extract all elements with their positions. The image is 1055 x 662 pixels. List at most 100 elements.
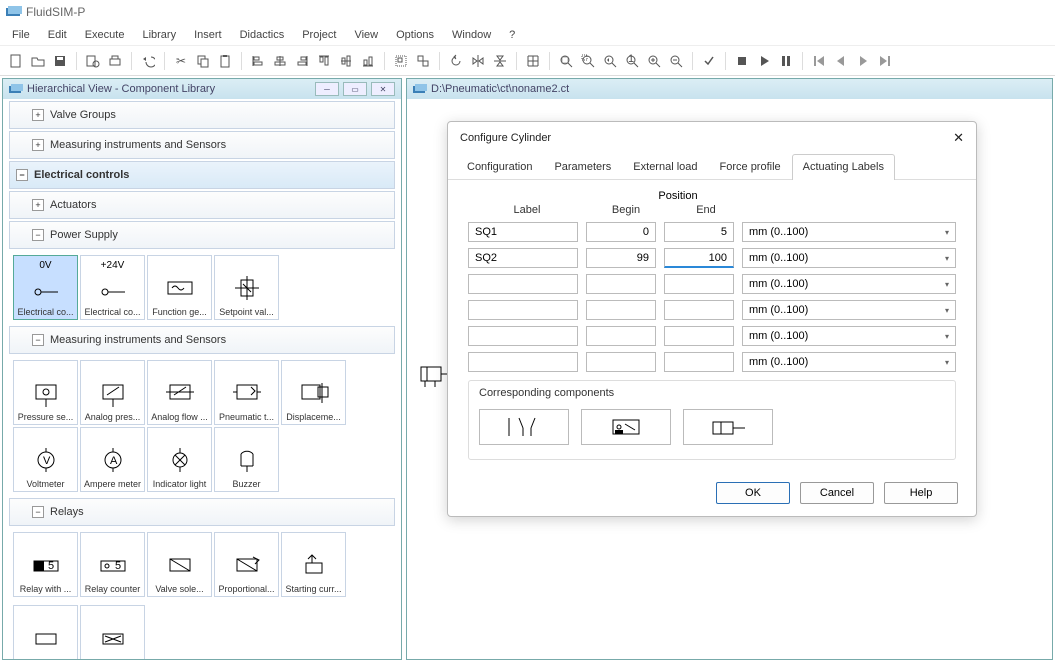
comp-buzzer[interactable]: Buzzer xyxy=(214,427,279,492)
comp-relay-with[interactable]: 5Relay with ... xyxy=(13,532,78,597)
label-input[interactable] xyxy=(468,300,578,320)
tree-meas-inst[interactable]: +Measuring instruments and Sensors xyxy=(9,131,395,159)
zoom-100-icon[interactable]: 1 xyxy=(622,51,642,71)
comp-voltmeter[interactable]: VVoltmeter xyxy=(13,427,78,492)
new-icon[interactable] xyxy=(6,51,26,71)
print-icon[interactable] xyxy=(105,51,125,71)
end-input[interactable] xyxy=(664,222,734,242)
label-input[interactable] xyxy=(468,274,578,294)
menu-execute[interactable]: Execute xyxy=(77,27,133,43)
skip-end-icon[interactable] xyxy=(875,51,895,71)
dialog-close-icon[interactable]: ✕ xyxy=(953,130,964,146)
tab-parameters[interactable]: Parameters xyxy=(543,154,622,179)
label-input[interactable] xyxy=(468,326,578,346)
unit-select[interactable]: mm (0..100)▾ xyxy=(742,248,956,268)
unit-select[interactable]: mm (0..100)▾ xyxy=(742,352,956,372)
help-button[interactable]: Help xyxy=(884,482,958,504)
zoom-prev-icon[interactable] xyxy=(600,51,620,71)
save-icon[interactable] xyxy=(50,51,70,71)
canvas[interactable]: Configure Cylinder ✕ Configuration Param… xyxy=(407,99,1052,659)
cancel-button[interactable]: Cancel xyxy=(800,482,874,504)
undo-icon[interactable] xyxy=(138,51,158,71)
zoom-region-icon[interactable] xyxy=(578,51,598,71)
copy-icon[interactable] xyxy=(193,51,213,71)
comp-function-gen[interactable]: Function ge... xyxy=(147,255,212,320)
tab-configuration[interactable]: Configuration xyxy=(456,154,543,179)
menu-insert[interactable]: Insert xyxy=(186,27,230,43)
begin-input[interactable] xyxy=(586,300,656,320)
pause-icon[interactable] xyxy=(776,51,796,71)
comp-starting-curr[interactable]: Starting curr... xyxy=(281,532,346,597)
end-input[interactable] xyxy=(664,326,734,346)
tree-valve-groups[interactable]: +Valve Groups xyxy=(9,101,395,129)
unit-select[interactable]: mm (0..100)▾ xyxy=(742,326,956,346)
end-input[interactable] xyxy=(664,274,734,294)
begin-input[interactable] xyxy=(586,326,656,346)
comp-indicator-light[interactable]: Indicator light xyxy=(147,427,212,492)
align-middle-icon[interactable] xyxy=(336,51,356,71)
panel-min-icon[interactable]: ─ xyxy=(315,82,339,96)
comp-pressure-sensor[interactable]: Pressure se... xyxy=(13,360,78,425)
begin-input[interactable] xyxy=(586,248,656,268)
label-input[interactable] xyxy=(468,352,578,372)
paste-icon[interactable] xyxy=(215,51,235,71)
begin-input[interactable] xyxy=(586,274,656,294)
menu-didactics[interactable]: Didactics xyxy=(232,27,293,43)
unit-select[interactable]: mm (0..100)▾ xyxy=(742,274,956,294)
end-input[interactable] xyxy=(664,248,734,268)
comp-0v[interactable]: 0V Electrical co... xyxy=(13,255,78,320)
comp-analog-flow[interactable]: Analog flow ... xyxy=(147,360,212,425)
tree-electrical-controls[interactable]: −Electrical controls xyxy=(9,161,395,189)
align-left-icon[interactable] xyxy=(248,51,268,71)
menu-view[interactable]: View xyxy=(346,27,386,43)
ok-button[interactable]: OK xyxy=(716,482,790,504)
step-back-icon[interactable] xyxy=(831,51,851,71)
comp-proportional[interactable]: Proportional... xyxy=(214,532,279,597)
corr-switch[interactable] xyxy=(479,409,569,445)
stop-icon[interactable] xyxy=(732,51,752,71)
tree-actuators[interactable]: +Actuators xyxy=(9,191,395,219)
comp-setpoint[interactable]: Setpoint val... xyxy=(214,255,279,320)
comp-relay-counter[interactable]: 5Relay counter xyxy=(80,532,145,597)
zoom-fit-icon[interactable] xyxy=(556,51,576,71)
skip-start-icon[interactable] xyxy=(809,51,829,71)
align-bottom-icon[interactable] xyxy=(358,51,378,71)
rotate-left-icon[interactable] xyxy=(446,51,466,71)
comp-pneumatic-t[interactable]: Pneumatic t... xyxy=(214,360,279,425)
check-icon[interactable] xyxy=(699,51,719,71)
group-icon[interactable] xyxy=(391,51,411,71)
play-icon[interactable] xyxy=(754,51,774,71)
tab-external-load[interactable]: External load xyxy=(622,154,708,179)
menu-project[interactable]: Project xyxy=(294,27,344,43)
corr-cylinder[interactable] xyxy=(683,409,773,445)
panel-max-icon[interactable]: ▭ xyxy=(343,82,367,96)
flip-h-icon[interactable] xyxy=(468,51,488,71)
comp-ampere-meter[interactable]: AAmpere meter xyxy=(80,427,145,492)
cut-icon[interactable]: ✂ xyxy=(171,51,191,71)
menu-edit[interactable]: Edit xyxy=(40,27,75,43)
menu-window[interactable]: Window xyxy=(444,27,499,43)
grid-icon[interactable] xyxy=(523,51,543,71)
begin-input[interactable] xyxy=(586,352,656,372)
comp-extra-2[interactable] xyxy=(80,605,145,659)
tab-actuating-labels[interactable]: Actuating Labels xyxy=(792,154,895,180)
comp-displacement[interactable]: Displaceme... xyxy=(281,360,346,425)
align-right-icon[interactable] xyxy=(292,51,312,71)
zoom-in-icon[interactable] xyxy=(644,51,664,71)
step-forward-icon[interactable] xyxy=(853,51,873,71)
comp-analog-pres[interactable]: Analog pres... xyxy=(80,360,145,425)
align-center-h-icon[interactable] xyxy=(270,51,290,71)
label-input[interactable] xyxy=(468,248,578,268)
label-input[interactable] xyxy=(468,222,578,242)
unit-select[interactable]: mm (0..100)▾ xyxy=(742,222,956,242)
unit-select[interactable]: mm (0..100)▾ xyxy=(742,300,956,320)
panel-close-icon[interactable]: ✕ xyxy=(371,82,395,96)
menu-options[interactable]: Options xyxy=(388,27,442,43)
comp-valve-sole[interactable]: Valve sole... xyxy=(147,532,212,597)
flip-v-icon[interactable] xyxy=(490,51,510,71)
menu-library[interactable]: Library xyxy=(134,27,184,43)
zoom-out-icon[interactable] xyxy=(666,51,686,71)
end-input[interactable] xyxy=(664,352,734,372)
menu-help[interactable]: ? xyxy=(501,27,523,43)
end-input[interactable] xyxy=(664,300,734,320)
